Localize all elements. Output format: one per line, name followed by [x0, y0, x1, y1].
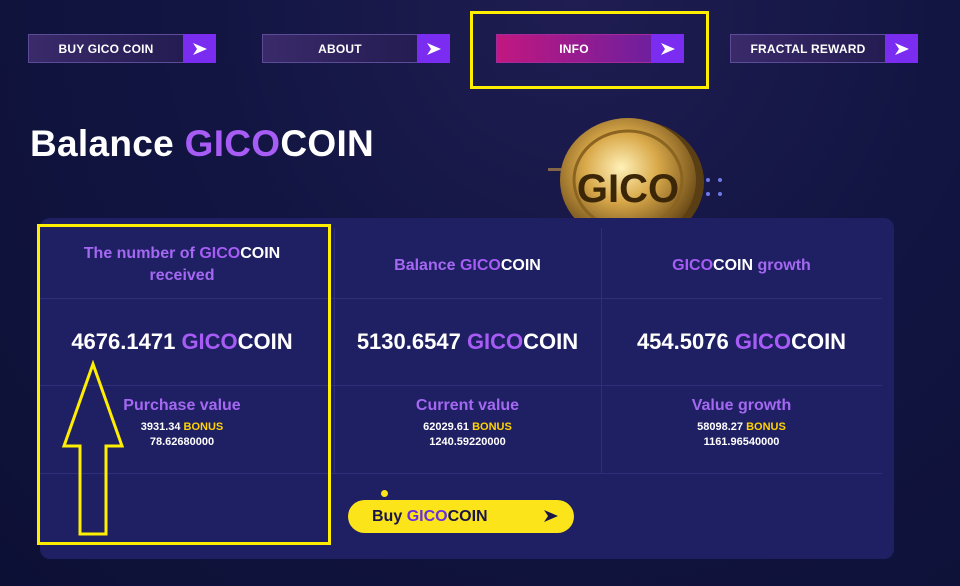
- nav-buy-gico-coin-button[interactable]: BUY GICO COIN: [28, 34, 216, 63]
- brand-gico: GICO: [406, 507, 448, 525]
- title-prefix: Balance: [30, 123, 175, 164]
- secondary-amount: 1161.96540000: [703, 436, 780, 448]
- bonus-label: BONUS: [472, 421, 512, 433]
- amount-value: 454.5076: [636, 329, 729, 354]
- brand-coin: COIN: [713, 257, 754, 274]
- page-title: Balance GICOCOIN: [30, 123, 374, 165]
- sub-title: Value growth: [691, 397, 792, 414]
- sub-title: Current value: [415, 397, 520, 414]
- arrow-right-icon: [885, 34, 918, 63]
- nav-label: BUY GICO COIN: [28, 34, 183, 63]
- info-highlight-box: [470, 11, 709, 89]
- growth-heading: GICOCOIN growth: [601, 255, 882, 277]
- arrow-right-icon: [183, 34, 216, 63]
- brand-gico: GICO: [466, 329, 524, 354]
- arrow-right-icon: [542, 508, 560, 529]
- value-growth-block: Value growth 58098.27 BONUS 1161.9654000…: [601, 397, 882, 448]
- current-value-block: Current value 62029.61 BONUS 1240.592200…: [334, 397, 601, 448]
- brand-gico: GICO: [672, 257, 714, 274]
- brand-coin: COIN: [280, 123, 375, 164]
- nav-fractal-reward-button[interactable]: FRACTAL REWARD: [730, 34, 918, 63]
- heading-prefix: Balance: [394, 257, 456, 274]
- balance-amount: 5130.6547 GICOCOIN: [334, 329, 601, 355]
- arrow-right-icon: [417, 34, 450, 63]
- brand-coin: COIN: [447, 507, 488, 525]
- brand-gico: GICO: [459, 257, 501, 274]
- decorative-dot: [381, 490, 388, 497]
- coin-text: GICO: [577, 167, 679, 211]
- nav-label: ABOUT: [262, 34, 417, 63]
- secondary-amount: 1240.59220000: [429, 436, 506, 448]
- brand-gico: GICO: [184, 123, 281, 164]
- nav-label: FRACTAL REWARD: [730, 34, 885, 63]
- brand-gico: GICO: [734, 329, 792, 354]
- buy-gico-coin-button[interactable]: Buy GICO COIN: [348, 500, 574, 533]
- heading-suffix: growth: [757, 257, 811, 274]
- brand-coin: COIN: [791, 329, 847, 354]
- value-amount: 62029.61: [423, 421, 470, 433]
- nav-about-button[interactable]: ABOUT: [262, 34, 450, 63]
- up-arrow-annotation-icon: [60, 359, 126, 543]
- growth-amount: 454.5076 GICOCOIN: [601, 329, 882, 355]
- bonus-label: BONUS: [746, 421, 786, 433]
- buy-prefix: Buy: [372, 507, 403, 525]
- gico-coin-image: GICO: [548, 110, 728, 244]
- balance-heading: Balance GICOCOIN: [334, 255, 601, 277]
- amount-value: 5130.6547: [356, 329, 461, 354]
- value-amount: 58098.27: [697, 421, 744, 433]
- brand-coin: COIN: [523, 329, 579, 354]
- brand-coin: COIN: [500, 257, 541, 274]
